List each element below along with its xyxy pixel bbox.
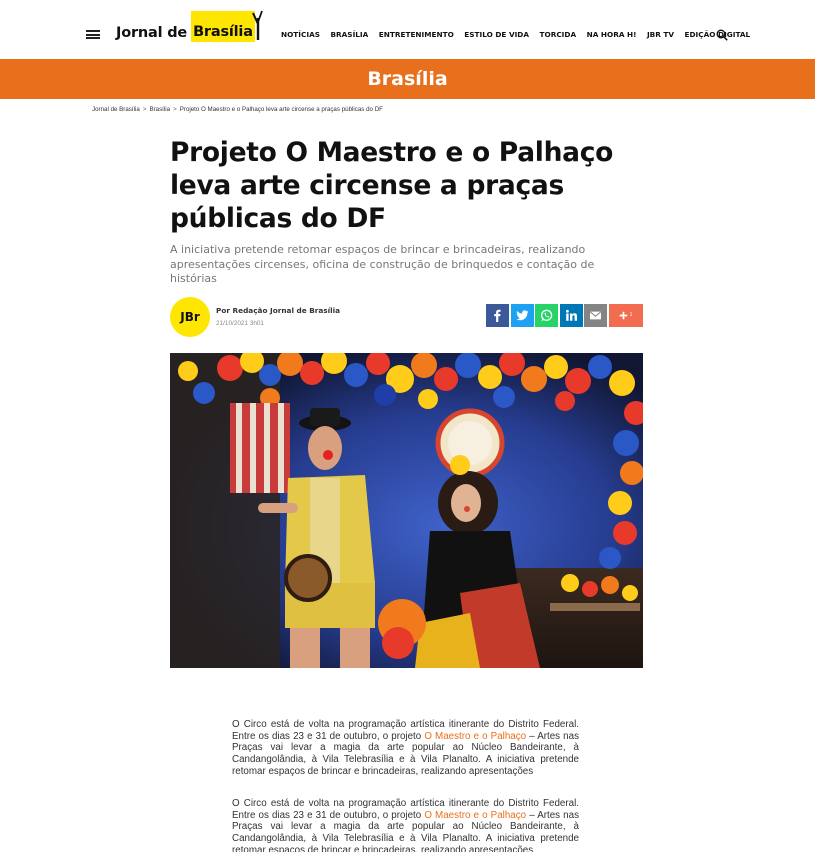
author-avatar[interactable]: JBr (170, 297, 210, 337)
nav-entretenimento[interactable]: ENTRETENIMENTO (379, 30, 454, 39)
main-nav: NOTÍCIAS BRASÍLIA ENTRETENIMENTO ESTILO … (281, 30, 761, 39)
nav-torcida[interactable]: TORCIDA (540, 30, 577, 39)
avatar-text: JBr (180, 310, 200, 324)
share-buttons: 1 (486, 304, 643, 327)
striped-cloth (230, 403, 290, 493)
share-more-button[interactable]: 1 (608, 304, 643, 327)
search-icon[interactable] (716, 29, 728, 41)
project-link[interactable]: O Maestro e o Palhaço (424, 731, 526, 742)
menu-icon[interactable] (86, 30, 100, 39)
article-subtitle: A iniciativa pretende retomar espaços de… (170, 243, 595, 285)
breadcrumb-separator: > (142, 106, 147, 113)
logo-highlight: Brasília (191, 10, 255, 42)
nav-estilo-de-vida[interactable]: ESTILO DE VIDA (464, 30, 529, 39)
logo-text: Jornal de (116, 25, 188, 41)
breadcrumb-home[interactable]: Jornal de Brasília (92, 106, 140, 113)
clowns-photo-image (170, 353, 643, 668)
site-logo[interactable]: Jornal de Brasília (116, 8, 255, 44)
linkedin-icon (565, 309, 577, 321)
logo-mark-icon (252, 10, 263, 40)
share-twitter-button[interactable] (510, 304, 534, 327)
share-more-label: 1 (629, 312, 633, 318)
nav-brasilia[interactable]: BRASÍLIA (330, 30, 368, 39)
article-paragraph: O Circo está de volta na programação art… (232, 719, 579, 777)
article-title: Projeto O Maestro e o Palhaço leva arte … (170, 137, 614, 234)
publish-date: 21/10/2021 3h01 (216, 320, 264, 327)
article-photo[interactable] (170, 353, 643, 668)
share-linkedin-button[interactable] (559, 304, 583, 327)
share-facebook-button[interactable] (486, 304, 509, 327)
breadcrumb: Jornal de Brasília > Brasília > Projeto O Ma… (92, 106, 383, 113)
email-icon (589, 311, 602, 320)
section-title: Brasília (367, 68, 448, 90)
site-header: Jornal de Brasília NOTÍCIAS BRASÍLIA ENT… (0, 0, 815, 60)
breadcrumb-separator: > (173, 106, 177, 113)
breadcrumb-current: Projeto O Maestro e o Palhaço leva arte … (179, 106, 383, 113)
section-banner: Brasília (0, 59, 815, 99)
nav-na-hora-h[interactable]: NA HORA H! (587, 30, 637, 39)
share-whatsapp-button[interactable] (535, 304, 558, 327)
nav-jbr-tv[interactable]: JBR TV (647, 30, 674, 39)
plus-icon (619, 311, 627, 320)
facebook-icon (494, 309, 501, 322)
article-paragraph: O Circo está de volta na programação art… (232, 798, 579, 852)
twitter-icon (516, 310, 528, 321)
author-name[interactable]: Por Redação Jornal de Brasília (216, 306, 340, 315)
nav-noticias[interactable]: NOTÍCIAS (281, 30, 320, 39)
project-link[interactable]: O Maestro e o Palhaço (424, 810, 526, 821)
breadcrumb-section[interactable]: Brasília (149, 106, 170, 113)
whatsapp-icon (540, 309, 553, 322)
share-email-button[interactable] (584, 304, 607, 327)
